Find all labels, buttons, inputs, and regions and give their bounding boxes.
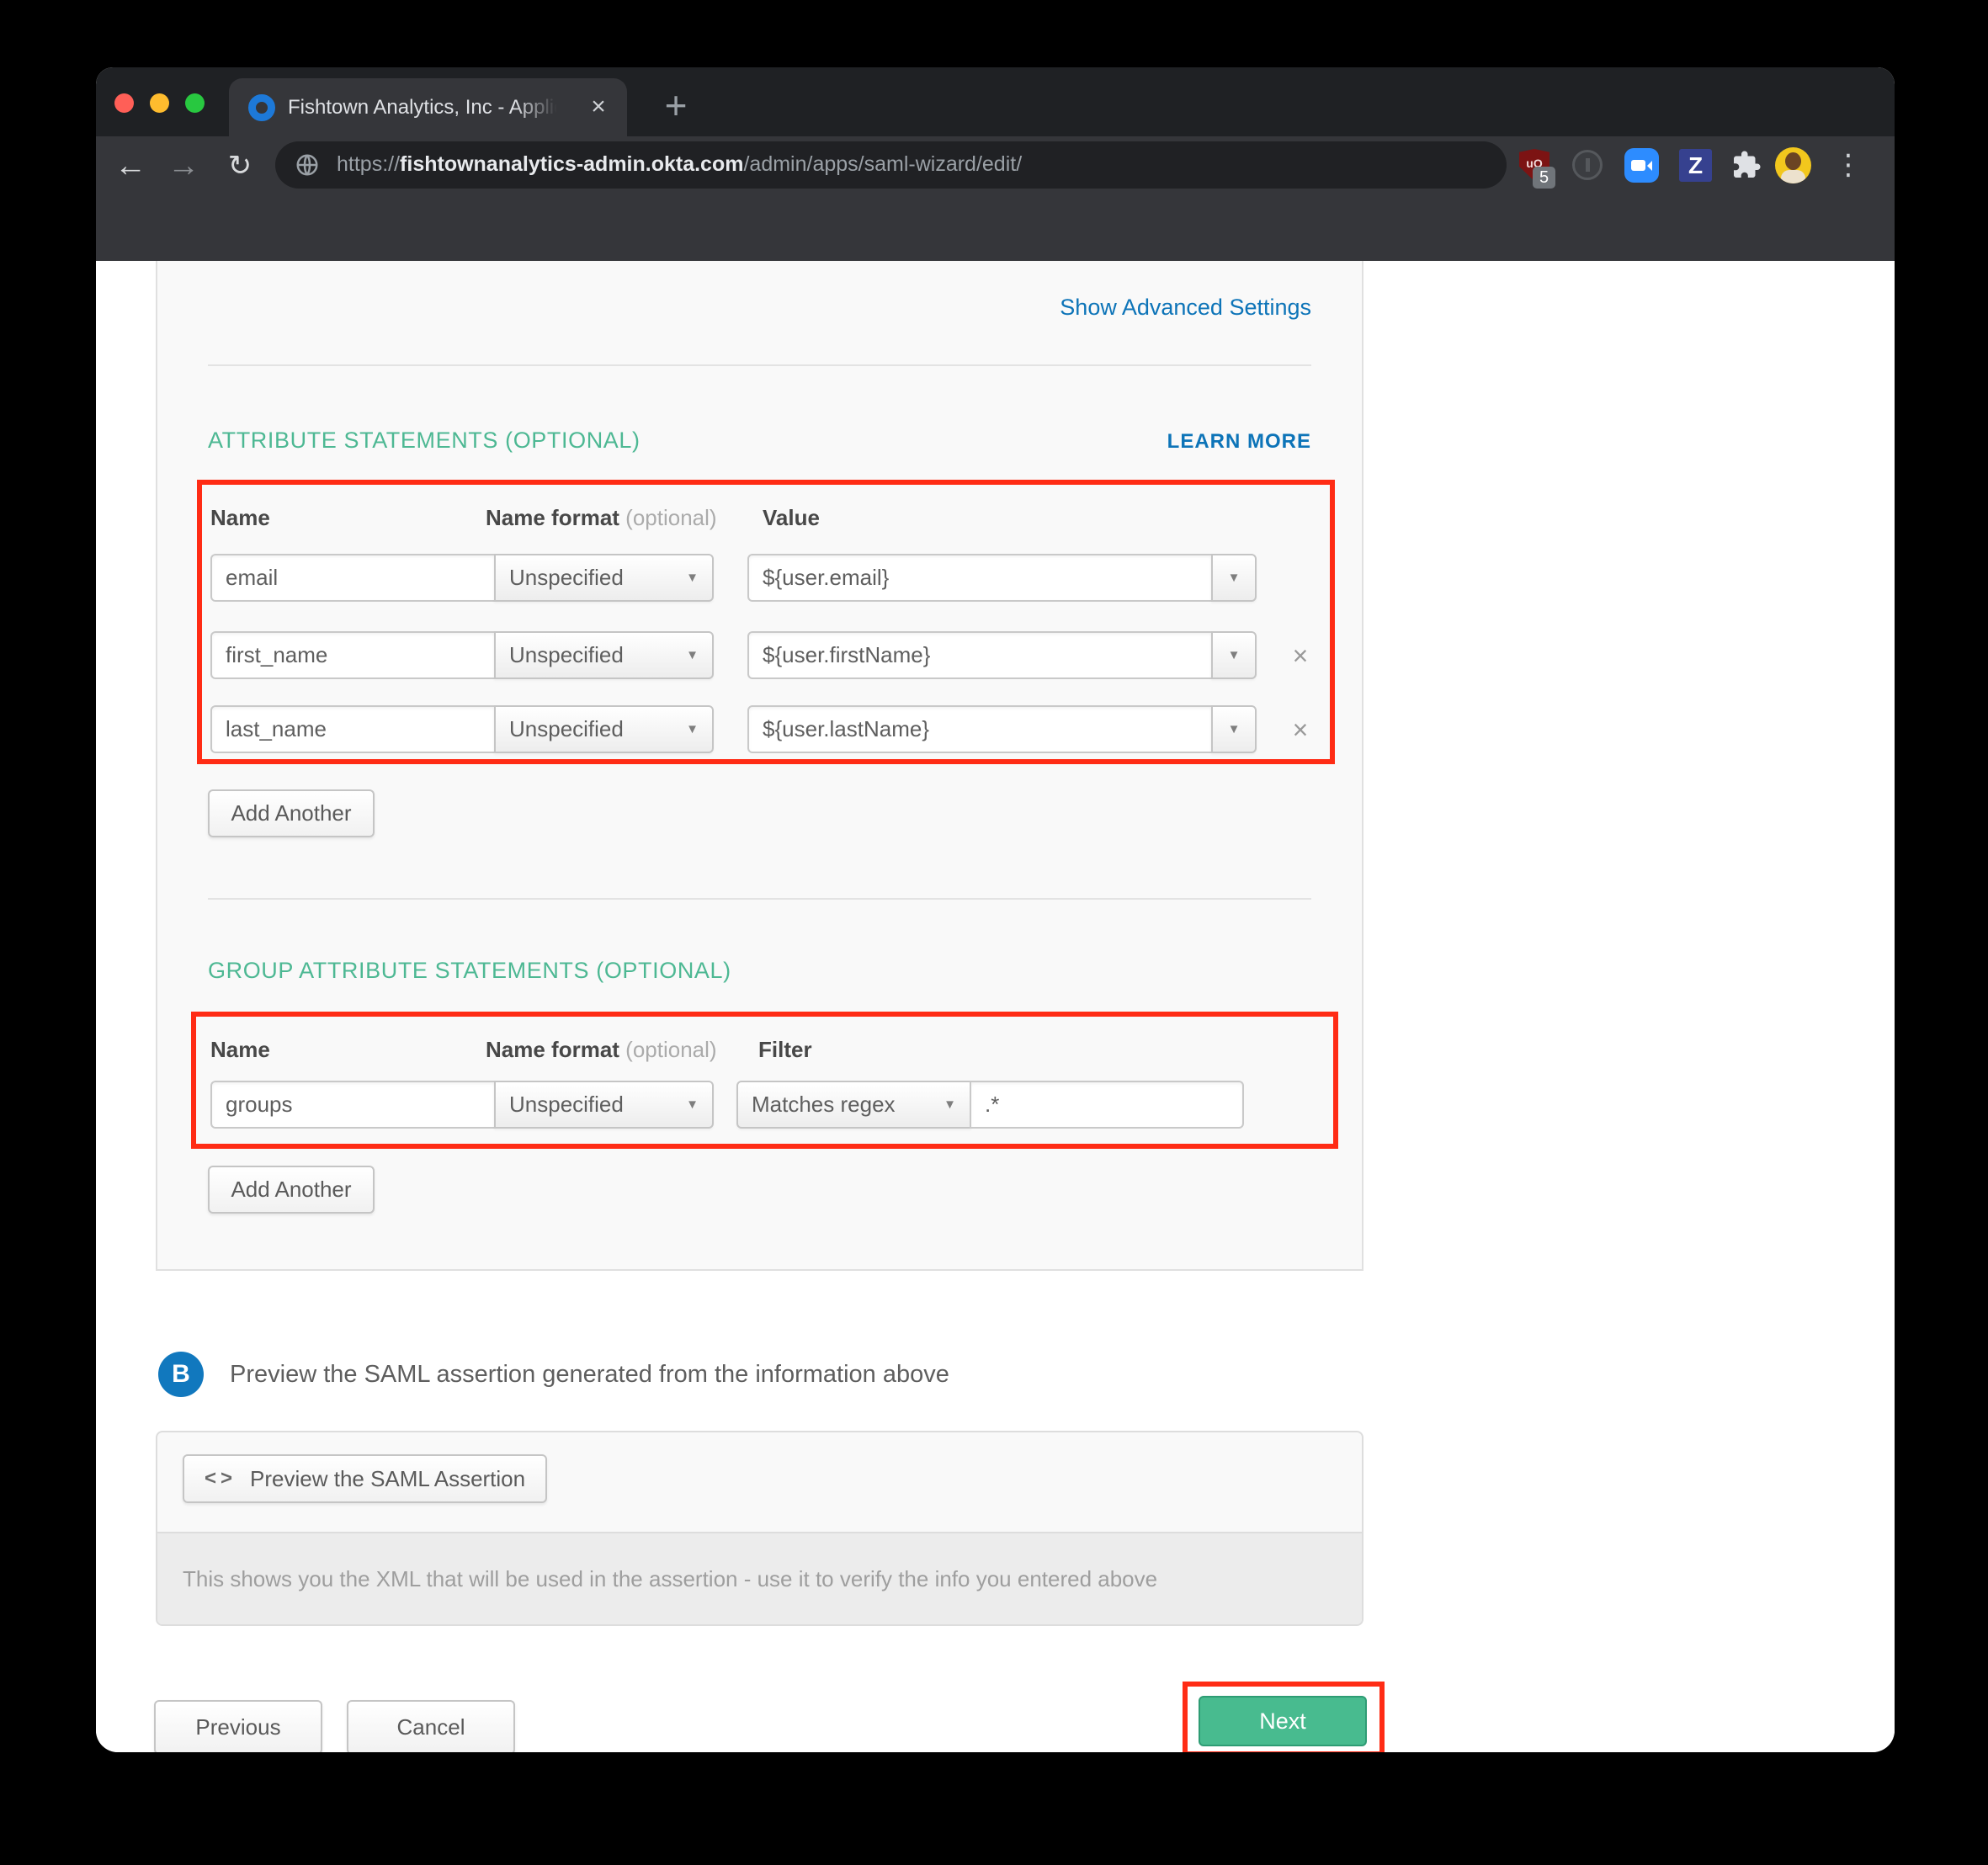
group-attribute-statements-title: GROUP ATTRIBUTE STATEMENTS (OPTIONAL) <box>208 958 731 984</box>
tab-close-icon[interactable]: × <box>583 92 614 122</box>
value-dropdown-button[interactable]: ▼ <box>1211 631 1257 679</box>
okta-favicon-icon <box>248 94 275 121</box>
value-column-header: Value <box>763 505 820 531</box>
chevron-down-icon: ▼ <box>1228 722 1241 736</box>
next-button[interactable]: Next <box>1199 1696 1367 1746</box>
url-text: https://fishtownanalytics-admin.okta.com… <box>337 152 1022 177</box>
circle-extension-icon <box>1572 150 1603 180</box>
name-format-value: Unspecified <box>509 565 624 591</box>
preview-panel: <> Preview the SAML Assertion This shows… <box>156 1431 1363 1626</box>
filter-type-value: Matches regex <box>752 1092 896 1118</box>
step-b-heading: B Preview the SAML assertion generated f… <box>158 1352 949 1397</box>
filter-column-header: Filter <box>758 1037 812 1063</box>
previous-button[interactable]: Previous <box>154 1700 322 1752</box>
attr-name-input[interactable] <box>210 705 496 753</box>
name-format-select[interactable]: Unspecified ▼ <box>494 1081 714 1129</box>
url-scheme: https:// <box>337 152 400 176</box>
preview-note-text: This shows you the XML that will be used… <box>183 1566 1157 1592</box>
name-column-header: Name <box>210 505 270 531</box>
remove-row-icon[interactable]: × <box>1286 715 1315 744</box>
divider <box>208 898 1311 900</box>
attr-value-input[interactable] <box>747 554 1213 602</box>
attribute-row: Unspecified ▼ ▼ × <box>157 631 1362 679</box>
attribute-statements-title: ATTRIBUTE STATEMENTS (OPTIONAL) <box>208 428 641 454</box>
value-dropdown-button[interactable]: ▼ <box>1211 554 1257 602</box>
chevron-down-icon: ▼ <box>686 571 699 585</box>
tab-strip: Fishtown Analytics, Inc - Applic × + <box>96 67 1895 136</box>
learn-more-link[interactable]: LEARN MORE <box>1167 430 1311 454</box>
name-format-value: Unspecified <box>509 1092 624 1118</box>
z-letter-icon: Z <box>1679 149 1712 182</box>
extension-icon[interactable] <box>1564 136 1611 194</box>
name-column-header: Name <box>210 1037 270 1063</box>
name-format-value: Unspecified <box>509 642 624 668</box>
filter-type-select[interactable]: Matches regex ▼ <box>736 1081 971 1129</box>
forward-button[interactable]: → <box>162 145 205 189</box>
chevron-down-icon: ▼ <box>686 1097 699 1112</box>
url-path: /admin/apps/saml-wizard/edit/ <box>743 152 1022 176</box>
chevron-down-icon: ▼ <box>686 648 699 662</box>
browser-window: Fishtown Analytics, Inc - Applic × + ← →… <box>96 67 1895 1752</box>
new-tab-button[interactable]: + <box>651 82 700 131</box>
group-attribute-row: Unspecified ▼ Matches regex ▼ <box>157 1081 1362 1129</box>
show-advanced-settings-link[interactable]: Show Advanced Settings <box>1060 295 1311 321</box>
z-extension-icon[interactable]: Z <box>1672 136 1719 194</box>
attr-value-input[interactable] <box>747 631 1213 679</box>
divider <box>208 364 1311 366</box>
back-button[interactable]: ← <box>109 145 152 189</box>
step-b-badge: B <box>158 1352 204 1397</box>
chevron-down-icon: ▼ <box>944 1097 956 1112</box>
preview-saml-assertion-button[interactable]: <> Preview the SAML Assertion <box>183 1454 547 1503</box>
extensions-puzzle-icon[interactable] <box>1723 136 1770 194</box>
name-format-value: Unspecified <box>509 716 624 742</box>
url-domain: fishtownanalytics-admin.okta.com <box>400 152 743 176</box>
site-info-globe-icon[interactable] <box>295 152 320 178</box>
window-controls <box>114 93 205 113</box>
saml-settings-panel: Show Advanced Settings ATTRIBUTE STATEME… <box>156 261 1363 1271</box>
address-bar[interactable]: https://fishtownanalytics-admin.okta.com… <box>275 141 1507 189</box>
attr-name-input[interactable] <box>210 631 496 679</box>
chevron-down-icon: ▼ <box>1228 571 1241 585</box>
filter-value-input[interactable] <box>970 1081 1244 1129</box>
name-format-column-header: Name format (optional) <box>486 505 717 531</box>
video-camera-icon <box>1624 148 1659 183</box>
profile-avatar[interactable] <box>1775 147 1811 183</box>
group-name-input[interactable] <box>210 1081 496 1129</box>
name-format-select[interactable]: Unspecified ▼ <box>494 631 714 679</box>
value-dropdown-button[interactable]: ▼ <box>1211 705 1257 753</box>
reload-button[interactable]: ↻ <box>218 145 262 189</box>
preview-note: This shows you the XML that will be used… <box>157 1532 1362 1624</box>
avatar-body <box>1781 170 1805 183</box>
attr-name-input[interactable] <box>210 554 496 602</box>
browser-tab[interactable]: Fishtown Analytics, Inc - Applic × <box>229 78 627 136</box>
preview-heading: Preview the SAML assertion generated fro… <box>230 1361 949 1389</box>
browser-menu-icon[interactable]: ⋮ <box>1828 145 1868 185</box>
browser-toolbar: ← → ↻ https://fishtownanalytics-admin.ok… <box>96 136 1895 261</box>
attribute-row: Unspecified ▼ ▼ × <box>157 705 1362 753</box>
add-another-button[interactable]: Add Another <box>208 1166 375 1214</box>
chevron-down-icon: ▼ <box>1228 648 1241 662</box>
chevron-down-icon: ▼ <box>686 722 699 736</box>
name-format-select[interactable]: Unspecified ▼ <box>494 554 714 602</box>
remove-row-icon[interactable]: × <box>1286 641 1315 670</box>
minimize-window-button[interactable] <box>150 93 169 113</box>
code-brackets-icon: <> <box>205 1467 237 1490</box>
ublock-extension-icon[interactable]: uO 5 <box>1511 136 1558 194</box>
add-another-button[interactable]: Add Another <box>208 789 375 837</box>
puzzle-piece-icon <box>1731 150 1762 180</box>
tab-title-fade <box>515 87 567 129</box>
ublock-badge: 5 <box>1533 167 1555 189</box>
cancel-button[interactable]: Cancel <box>347 1700 515 1752</box>
name-format-select[interactable]: Unspecified ▼ <box>494 705 714 753</box>
maximize-window-button[interactable] <box>185 93 205 113</box>
attribute-row: Unspecified ▼ ▼ <box>157 554 1362 602</box>
attr-value-input[interactable] <box>747 705 1213 753</box>
zoom-extension-icon[interactable] <box>1618 136 1665 194</box>
name-format-column-header: Name format (optional) <box>486 1037 717 1063</box>
avatar-head <box>1785 152 1801 170</box>
close-window-button[interactable] <box>114 93 134 113</box>
page-content: Show Advanced Settings ATTRIBUTE STATEME… <box>96 261 1895 1752</box>
preview-button-label: Preview the SAML Assertion <box>250 1466 525 1492</box>
